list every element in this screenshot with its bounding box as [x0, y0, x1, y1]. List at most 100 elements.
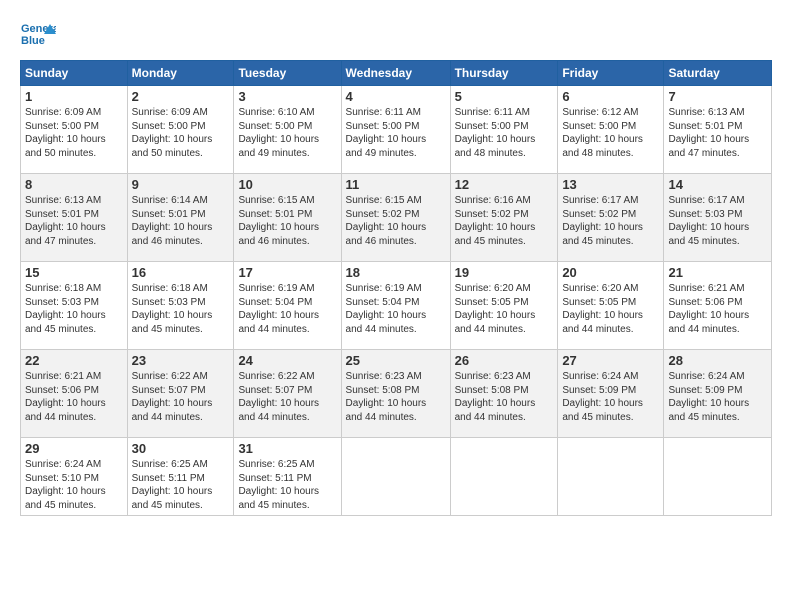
calendar-cell: 25 Sunrise: 6:23 AMSunset: 5:08 PMDayligh…	[341, 350, 450, 438]
calendar-cell	[664, 438, 772, 516]
cell-info: Sunrise: 6:12 AMSunset: 5:00 PMDaylight:…	[562, 106, 659, 160]
calendar-cell: 21Sunrise: 6:21 AMSunset: 5:06 PMDayligh…	[664, 262, 772, 350]
cell-info: Sunrise: 6:09 AMSunset: 5:00 PMDaylight:…	[132, 106, 230, 160]
cell-info: Sunrise: 6:22 AMSunset: 5:07 PMDaylight:…	[132, 370, 230, 424]
cell-info: Sunrise: 6:20 AMSunset: 5:05 PMDaylight:…	[562, 282, 659, 336]
day-number: 2	[132, 89, 230, 104]
day-number: 10	[238, 177, 336, 192]
calendar-cell: 7Sunrise: 6:13 AMSunset: 5:01 PMDaylight…	[664, 86, 772, 174]
cell-info: Sunrise: 6:13 AMSunset: 5:01 PMDaylight:…	[668, 106, 767, 160]
cell-info: Sunrise: 6:25 AMSunset: 5:11 PMDaylight:…	[238, 458, 336, 512]
calendar-cell: 14 Sunrise: 6:17 AMSunset: 5:03 PMDayligh…	[664, 174, 772, 262]
day-number: 4	[346, 89, 446, 104]
day-number: 19	[455, 265, 554, 280]
cell-info: Sunrise: 6:19 AMSunset: 5:04 PMDaylight:…	[346, 282, 446, 336]
cell-info: Sunrise: 6:17 AMSunset: 5:03 PMDaylight:…	[668, 194, 767, 248]
day-number: 27	[562, 353, 659, 368]
cell-info: Sunrise: 6:22 AMSunset: 5:07 PMDaylight:…	[238, 370, 336, 424]
calendar-week-row: 1 Sunrise: 6:09 AMSunset: 5:00 PMDaylight…	[21, 86, 772, 174]
header-friday: Friday	[558, 61, 664, 86]
header-saturday: Saturday	[664, 61, 772, 86]
calendar-cell	[558, 438, 664, 516]
day-number: 26	[455, 353, 554, 368]
cell-info: Sunrise: 6:23 AMSunset: 5:08 PMDaylight:…	[346, 370, 446, 424]
day-number: 13	[562, 177, 659, 192]
cell-info: Sunrise: 6:24 AMSunset: 5:09 PMDaylight:…	[562, 370, 659, 424]
day-number: 31	[238, 441, 336, 456]
calendar-cell: 3 Sunrise: 6:10 AMSunset: 5:00 PMDaylight…	[234, 86, 341, 174]
day-number: 22	[25, 353, 123, 368]
day-number: 23	[132, 353, 230, 368]
cell-info: Sunrise: 6:20 AMSunset: 5:05 PMDaylight:…	[455, 282, 554, 336]
cell-info: Sunrise: 6:21 AMSunset: 5:06 PMDaylight:…	[25, 370, 123, 424]
cell-info: Sunrise: 6:11 AMSunset: 5:00 PMDaylight:…	[346, 106, 446, 160]
day-number: 3	[238, 89, 336, 104]
calendar-cell: 17 Sunrise: 6:19 AMSunset: 5:04 PMDayligh…	[234, 262, 341, 350]
cell-info: Sunrise: 6:24 AMSunset: 5:10 PMDaylight:…	[25, 458, 123, 512]
cell-info: Sunrise: 6:15 AMSunset: 5:02 PMDaylight:…	[346, 194, 446, 248]
cell-info: Sunrise: 6:25 AMSunset: 5:11 PMDaylight:…	[132, 458, 230, 512]
cell-info: Sunrise: 6:24 AMSunset: 5:09 PMDaylight:…	[668, 370, 767, 424]
calendar-cell: 27 Sunrise: 6:24 AMSunset: 5:09 PMDayligh…	[558, 350, 664, 438]
day-number: 24	[238, 353, 336, 368]
header-tuesday: Tuesday	[234, 61, 341, 86]
day-number: 1	[25, 89, 123, 104]
cell-info: Sunrise: 6:14 AMSunset: 5:01 PMDaylight:…	[132, 194, 230, 248]
calendar-cell: 20Sunrise: 6:20 AMSunset: 5:05 PMDayligh…	[558, 262, 664, 350]
header-monday: Monday	[127, 61, 234, 86]
day-number: 9	[132, 177, 230, 192]
calendar-cell: 10 Sunrise: 6:15 AMSunset: 5:01 PMDayligh…	[234, 174, 341, 262]
cell-info: Sunrise: 6:23 AMSunset: 5:08 PMDaylight:…	[455, 370, 554, 424]
calendar-cell: 12 Sunrise: 6:16 AMSunset: 5:02 PMDayligh…	[450, 174, 558, 262]
header-sunday: Sunday	[21, 61, 128, 86]
day-number: 30	[132, 441, 230, 456]
day-number: 18	[346, 265, 446, 280]
day-number: 15	[25, 265, 123, 280]
calendar-cell: 22 Sunrise: 6:21 AMSunset: 5:06 PMDayligh…	[21, 350, 128, 438]
calendar-cell: 15 Sunrise: 6:18 AMSunset: 5:03 PMDayligh…	[21, 262, 128, 350]
calendar-table: SundayMondayTuesdayWednesdayThursdayFrid…	[20, 60, 772, 516]
calendar-cell: 18 Sunrise: 6:19 AMSunset: 5:04 PMDayligh…	[341, 262, 450, 350]
calendar-header-row: SundayMondayTuesdayWednesdayThursdayFrid…	[21, 61, 772, 86]
svg-text:Blue: Blue	[21, 35, 45, 47]
cell-info: Sunrise: 6:10 AMSunset: 5:00 PMDaylight:…	[238, 106, 336, 160]
calendar-cell	[341, 438, 450, 516]
day-number: 8	[25, 177, 123, 192]
cell-info: Sunrise: 6:09 AMSunset: 5:00 PMDaylight:…	[25, 106, 123, 160]
calendar-week-row: 29 Sunrise: 6:24 AMSunset: 5:10 PMDayligh…	[21, 438, 772, 516]
header: General Blue	[20, 18, 772, 54]
calendar-cell: 13Sunrise: 6:17 AMSunset: 5:02 PMDayligh…	[558, 174, 664, 262]
calendar-cell: 24 Sunrise: 6:22 AMSunset: 5:07 PMDayligh…	[234, 350, 341, 438]
day-number: 14	[668, 177, 767, 192]
page: General Blue SundayMondayTuesdayWednesda…	[0, 0, 792, 526]
header-wednesday: Wednesday	[341, 61, 450, 86]
day-number: 29	[25, 441, 123, 456]
calendar-cell: 1 Sunrise: 6:09 AMSunset: 5:00 PMDaylight…	[21, 86, 128, 174]
calendar-cell: 30 Sunrise: 6:25 AMSunset: 5:11 PMDayligh…	[127, 438, 234, 516]
cell-info: Sunrise: 6:16 AMSunset: 5:02 PMDaylight:…	[455, 194, 554, 248]
day-number: 28	[668, 353, 767, 368]
calendar-cell: 9 Sunrise: 6:14 AMSunset: 5:01 PMDaylight…	[127, 174, 234, 262]
cell-info: Sunrise: 6:21 AMSunset: 5:06 PMDaylight:…	[668, 282, 767, 336]
cell-info: Sunrise: 6:11 AMSunset: 5:00 PMDaylight:…	[455, 106, 554, 160]
day-number: 17	[238, 265, 336, 280]
calendar-week-row: 22 Sunrise: 6:21 AMSunset: 5:06 PMDayligh…	[21, 350, 772, 438]
calendar-cell: 2 Sunrise: 6:09 AMSunset: 5:00 PMDaylight…	[127, 86, 234, 174]
day-number: 25	[346, 353, 446, 368]
logo-svg: General Blue	[20, 18, 56, 54]
calendar-cell: 26 Sunrise: 6:23 AMSunset: 5:08 PMDayligh…	[450, 350, 558, 438]
calendar-week-row: 8 Sunrise: 6:13 AMSunset: 5:01 PMDaylight…	[21, 174, 772, 262]
cell-info: Sunrise: 6:18 AMSunset: 5:03 PMDaylight:…	[25, 282, 123, 336]
cell-info: Sunrise: 6:13 AMSunset: 5:01 PMDaylight:…	[25, 194, 123, 248]
cell-info: Sunrise: 6:15 AMSunset: 5:01 PMDaylight:…	[238, 194, 336, 248]
calendar-cell: 6Sunrise: 6:12 AMSunset: 5:00 PMDaylight…	[558, 86, 664, 174]
cell-info: Sunrise: 6:18 AMSunset: 5:03 PMDaylight:…	[132, 282, 230, 336]
calendar-cell: 23 Sunrise: 6:22 AMSunset: 5:07 PMDayligh…	[127, 350, 234, 438]
calendar-cell: 19 Sunrise: 6:20 AMSunset: 5:05 PMDayligh…	[450, 262, 558, 350]
cell-info: Sunrise: 6:19 AMSunset: 5:04 PMDaylight:…	[238, 282, 336, 336]
calendar-cell: 8 Sunrise: 6:13 AMSunset: 5:01 PMDaylight…	[21, 174, 128, 262]
day-number: 12	[455, 177, 554, 192]
calendar-week-row: 15 Sunrise: 6:18 AMSunset: 5:03 PMDayligh…	[21, 262, 772, 350]
calendar-cell: 31 Sunrise: 6:25 AMSunset: 5:11 PMDayligh…	[234, 438, 341, 516]
calendar-cell: 4 Sunrise: 6:11 AMSunset: 5:00 PMDaylight…	[341, 86, 450, 174]
